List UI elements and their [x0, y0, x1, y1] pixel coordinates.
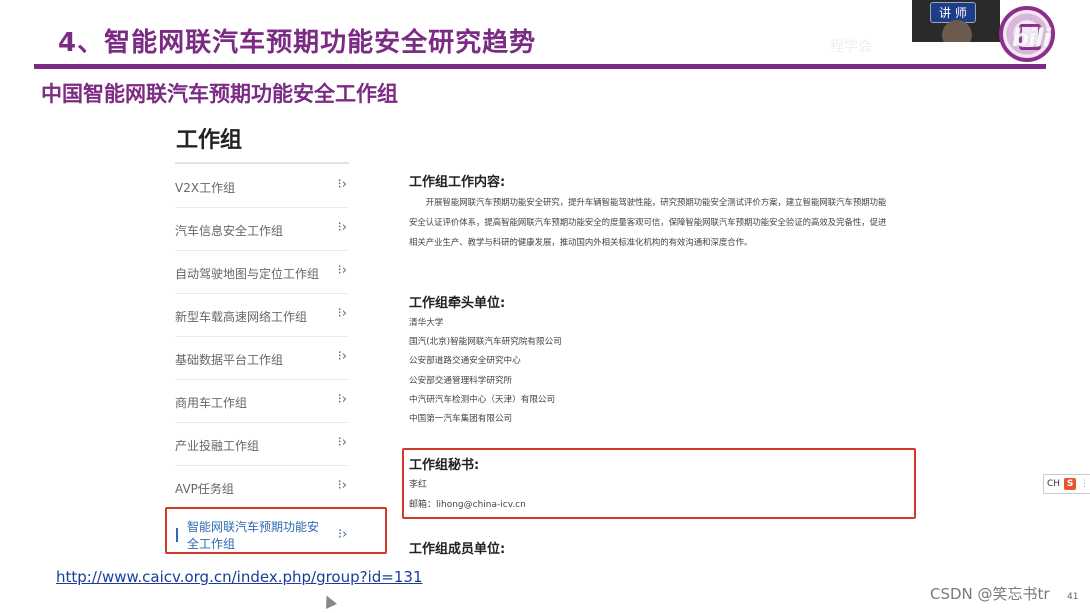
mouse-cursor-icon	[321, 593, 337, 609]
list-item: 国汽(北京)智能网联汽车研究院有限公司	[409, 337, 562, 348]
more-icon: ⋮	[1080, 479, 1090, 489]
csdn-watermark: CSDN @笑忘书tr	[930, 585, 1050, 603]
menu-heading: 工作组	[176, 128, 243, 153]
chevron-right-icon: ⁝›	[338, 527, 348, 542]
menu-item-data-platform[interactable]: 基础数据平台工作组 ⁝›	[175, 337, 349, 380]
chevron-right-icon: ⁝›	[337, 392, 347, 407]
active-indicator	[176, 528, 178, 542]
work-content-title: 工作组工作内容:	[409, 175, 506, 190]
menu-item-info-security[interactable]: 汽车信息安全工作组 ⁝›	[175, 208, 349, 251]
list-item: 中国第一汽车集团有限公司	[409, 413, 513, 424]
menu-item-sotif[interactable]: 智能网联汽车预期功能安全工作组	[187, 519, 327, 553]
faint-header-text: 程学会	[830, 39, 872, 55]
work-content-text: 开展智能网联汽车预期功能安全研究，提升车辆智能驾驶性能，研究预期功能安全测试评价…	[409, 197, 887, 247]
list-item: 公安部交通管理科学研究所	[409, 375, 513, 386]
chevron-right-icon: ⁝›	[337, 306, 347, 321]
ime-language-label: CH	[1047, 479, 1061, 489]
menu-item-label: 自动驾驶地图与定位工作组	[175, 267, 320, 281]
sogou-ime-icon: S	[1064, 478, 1077, 490]
secretary-email[interactable]: 邮箱：lihong@china-icv.cn	[409, 497, 526, 510]
menu-item-v2x[interactable]: V2X工作组 ⁝›	[175, 165, 349, 208]
lead-units-title: 工作组牵头单位:	[409, 296, 506, 311]
menu-heading-divider	[175, 162, 349, 164]
secretary-title: 工作组秘书:	[409, 458, 480, 473]
menu-item-label: 产业投融工作组	[175, 439, 260, 453]
menu-item-label: AVP任务组	[175, 482, 234, 496]
menu-item-commercial-vehicle[interactable]: 商用车工作组 ⁝›	[175, 380, 349, 423]
bilibili-watermark-icon: bili	[1012, 24, 1051, 52]
list-item: 公安部道路交通安全研究中心	[409, 356, 521, 367]
menu-item-avp[interactable]: AVP任务组 ⁝›	[175, 466, 349, 509]
menu-item-vehicle-network[interactable]: 新型车载高速网络工作组 ⁝›	[175, 294, 349, 337]
chevron-right-icon: ⁝›	[337, 177, 347, 192]
workgroup-menu: V2X工作组 ⁝› 汽车信息安全工作组 ⁝› 自动驾驶地图与定位工作组 ⁝› 新…	[175, 165, 349, 509]
menu-item-label: 基础数据平台工作组	[175, 353, 284, 367]
source-url-link[interactable]: http://www.caicv.org.cn/index.php/group?…	[56, 568, 422, 586]
menu-item-label: 汽车信息安全工作组	[175, 224, 284, 238]
lead-units-list: 清华大学 国汽(北京)智能网联汽车研究院有限公司 公安部道路交通安全研究中心 公…	[409, 314, 562, 429]
slide-title: 4、智能网联汽车预期功能安全研究趋势	[58, 28, 537, 58]
ime-indicator[interactable]: CH S ⋮	[1043, 474, 1090, 494]
page-number: 41	[1067, 592, 1079, 602]
title-divider	[34, 64, 1046, 69]
chevron-right-icon: ⁝›	[337, 263, 347, 278]
slide-subtitle: 中国智能网联汽车预期功能安全工作组	[41, 82, 398, 106]
list-item: 清华大学	[409, 318, 444, 328]
menu-item-label: V2X工作组	[175, 181, 236, 195]
chevron-right-icon: ⁝›	[337, 220, 347, 235]
menu-item-map-positioning[interactable]: 自动驾驶地图与定位工作组 ⁝›	[175, 251, 349, 294]
secretary-name: 李红	[409, 480, 428, 490]
chevron-right-icon: ⁝›	[337, 435, 347, 450]
chevron-right-icon: ⁝›	[337, 478, 347, 493]
member-units-title: 工作组成员单位:	[409, 542, 506, 557]
menu-item-label: 商用车工作组	[175, 396, 248, 410]
menu-item-label: 新型车载高速网络工作组	[175, 310, 308, 324]
list-item: 中汽研汽车检测中心（天津）有限公司	[409, 394, 556, 405]
menu-item-investment[interactable]: 产业投融工作组 ⁝›	[175, 423, 349, 466]
lecturer-webcam: 讲 师	[912, 0, 1000, 42]
lecturer-avatar	[942, 20, 972, 42]
chevron-right-icon: ⁝›	[337, 349, 347, 364]
